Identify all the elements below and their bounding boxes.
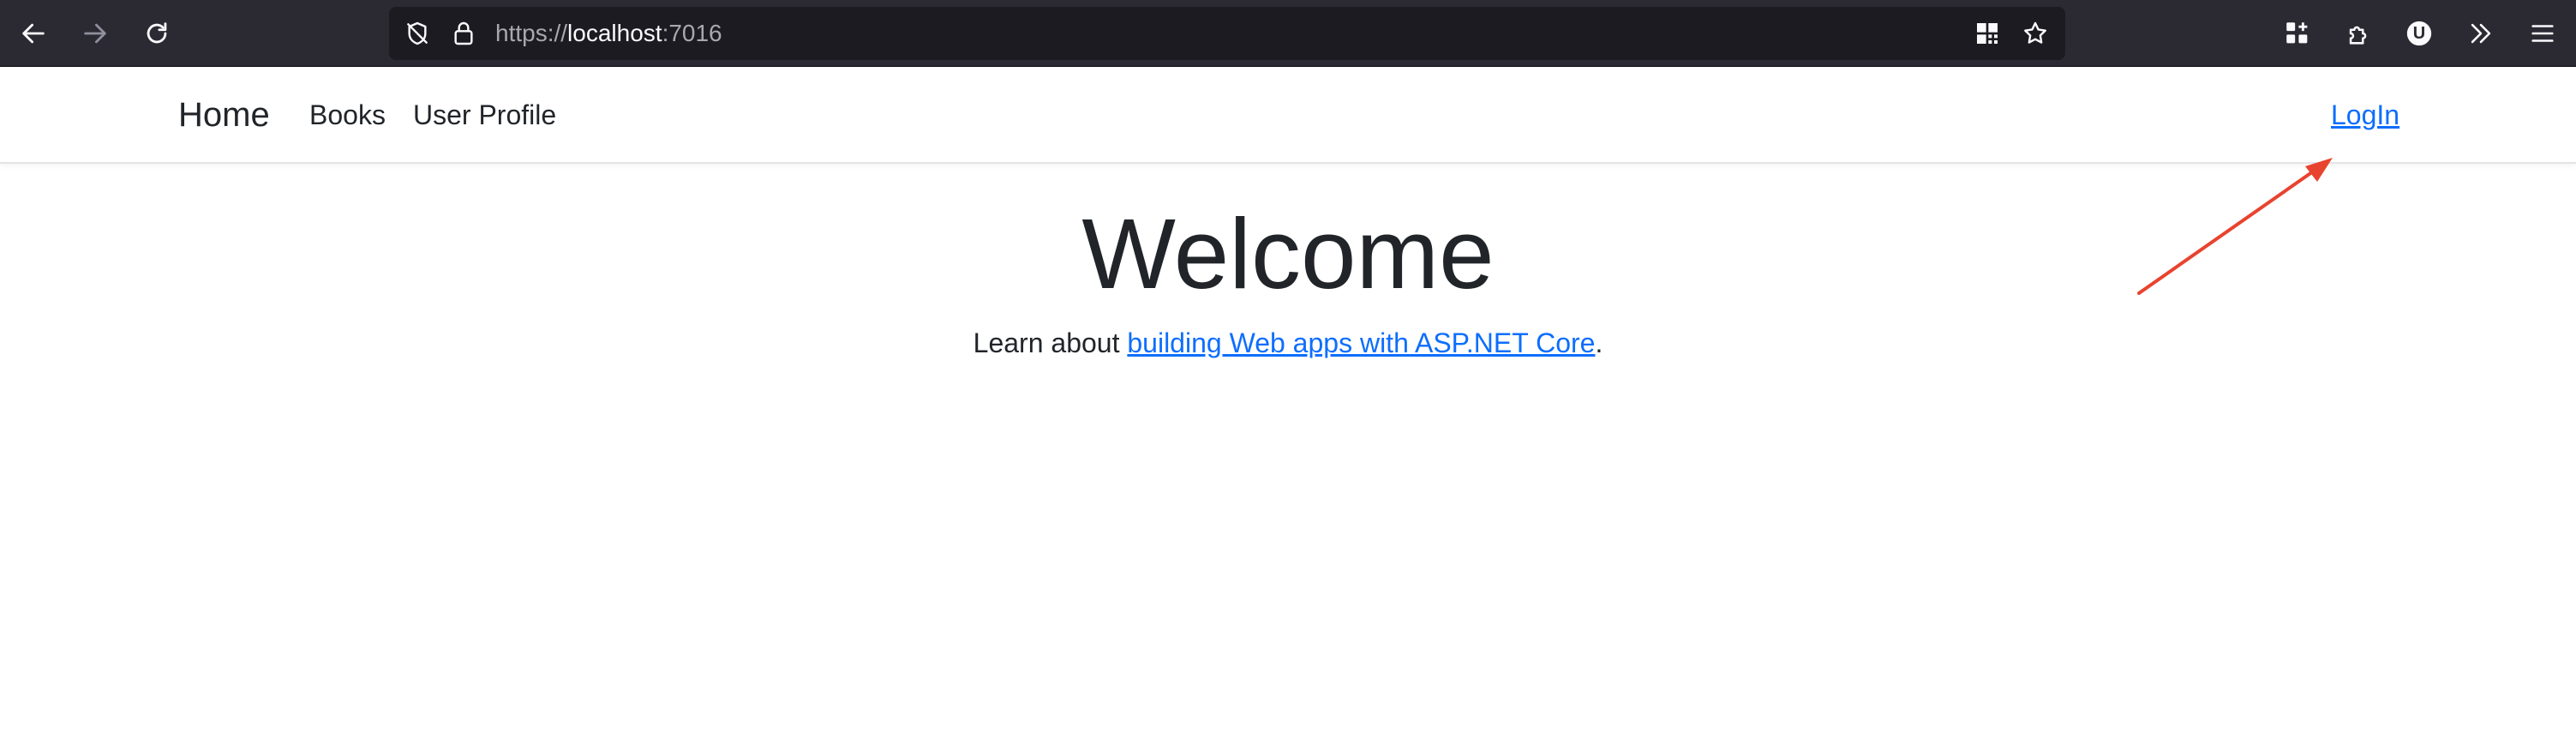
reload-button[interactable] xyxy=(135,12,178,55)
learn-paragraph: Learn about building Web apps with ASP.N… xyxy=(0,322,2576,363)
site-navbar: Home Books User Profile LogIn xyxy=(0,67,2576,164)
url-port: :7016 xyxy=(662,20,722,46)
account-button[interactable]: U xyxy=(2398,12,2441,55)
overflow-button[interactable] xyxy=(2459,12,2502,55)
nav-link-books[interactable]: Books xyxy=(309,67,386,164)
hamburger-icon xyxy=(2531,25,2554,42)
reload-icon xyxy=(147,22,167,44)
arrow-left-icon xyxy=(22,23,45,44)
nav-link-user-profile[interactable]: User Profile xyxy=(413,67,556,164)
qr-code-icon[interactable] xyxy=(1973,19,2002,48)
apps-button[interactable] xyxy=(2276,12,2319,55)
star-icon[interactable] xyxy=(2021,19,2050,48)
aspnet-docs-link[interactable]: building Web apps with ASP.NET Core xyxy=(1127,327,1595,358)
learn-prefix: Learn about xyxy=(973,327,1128,358)
page-title: Welcome xyxy=(1081,198,1495,309)
url-host: localhost xyxy=(567,20,662,46)
url-scheme: https:// xyxy=(495,20,568,46)
forward-button[interactable] xyxy=(74,12,117,55)
arrow-right-icon xyxy=(84,23,106,44)
url-bar[interactable]: https://localhost:7016 xyxy=(389,7,2065,60)
brand-home-link[interactable]: Home xyxy=(178,67,270,164)
browser-toolbar: https://localhost:7016 U xyxy=(0,0,2576,67)
login-link[interactable]: LogIn xyxy=(2331,67,2399,164)
lock-icon[interactable] xyxy=(449,19,478,48)
account-initial: U xyxy=(2412,24,2426,43)
learn-suffix: . xyxy=(1595,327,1603,358)
puzzle-icon xyxy=(2349,26,2367,45)
back-button[interactable] xyxy=(12,12,55,55)
apps-icon xyxy=(2286,22,2308,44)
shield-slash-icon[interactable] xyxy=(403,19,432,48)
url-text[interactable]: https://localhost:7016 xyxy=(495,7,722,60)
double-chevron-icon xyxy=(2471,23,2491,44)
extensions-button[interactable] xyxy=(2338,12,2381,55)
menu-button[interactable] xyxy=(2521,12,2564,55)
